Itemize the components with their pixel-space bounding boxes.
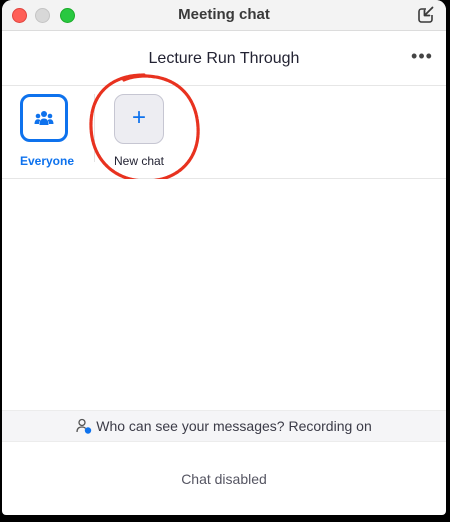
title-bar: Meeting chat: [2, 0, 446, 31]
everyone-label: Everyone: [19, 154, 75, 168]
visibility-notice-text: Who can see your messages? Recording on: [96, 418, 372, 434]
meeting-name: Lecture Run Through: [148, 50, 300, 67]
meeting-chat-window: Meeting chat Lecture Run Through ••• Eve…: [2, 0, 446, 515]
everyone-tile[interactable]: [20, 94, 68, 142]
more-options-button[interactable]: •••: [410, 47, 434, 69]
visibility-notice-bar[interactable]: Who can see your messages? Recording on: [2, 410, 446, 442]
chat-header: Lecture Run Through •••: [2, 31, 446, 86]
message-area: [2, 179, 446, 409]
chat-disabled-status: Chat disabled: [181, 471, 267, 487]
recipient-strip: Everyone + New chat: [2, 73, 446, 183]
pop-in-icon[interactable]: [416, 5, 436, 25]
people-group-icon: [34, 111, 54, 125]
recipient-everyone[interactable]: Everyone: [10, 94, 84, 174]
window-title: Meeting chat: [178, 6, 270, 23]
red-circle-annotation: [89, 73, 200, 183]
person-info-icon: [76, 418, 92, 437]
